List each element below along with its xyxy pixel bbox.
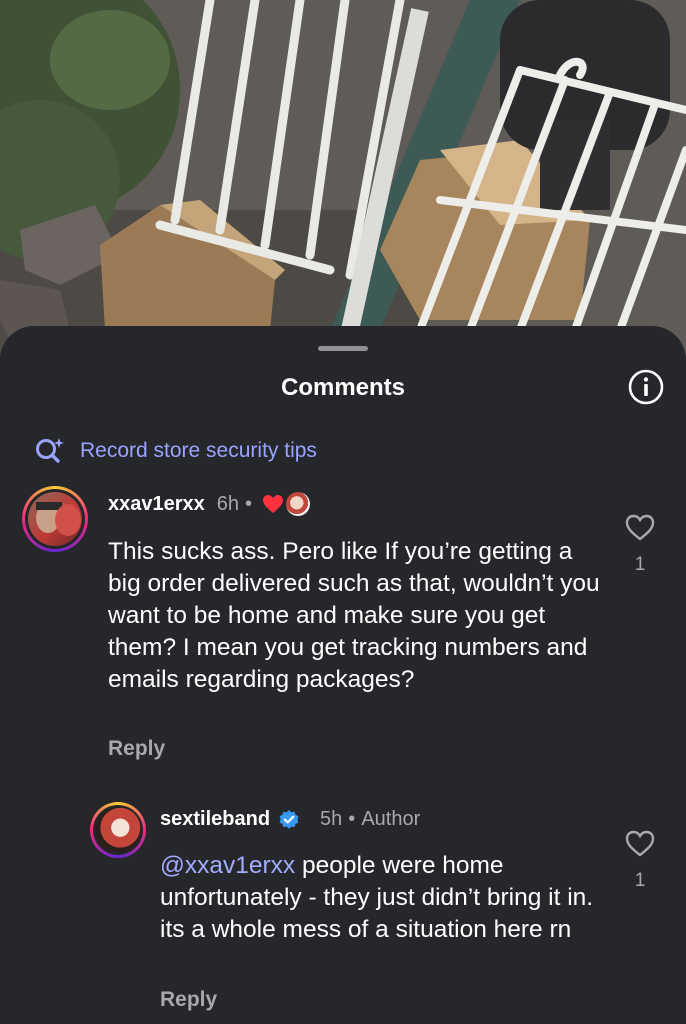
separator-dot: • (348, 808, 356, 830)
avatar[interactable] (90, 802, 146, 858)
like-count: 1 (634, 554, 646, 575)
heart-outline-icon[interactable] (625, 514, 655, 541)
comment-text: @xxav1erxx people were home unfortunatel… (160, 850, 600, 946)
comment-time: 6h (216, 492, 240, 515)
creator-liked-heart-icon (263, 495, 284, 513)
author-badge: Author (361, 808, 421, 830)
mention-link[interactable]: @xxav1erxx (160, 852, 295, 879)
search-suggestion-label: Record store security tips (80, 439, 317, 462)
comment-text: This sucks ass. Pero like If you’re gett… (108, 538, 600, 693)
separator-dot: • (245, 492, 253, 515)
search-sparkle-icon (36, 438, 64, 463)
drag-handle[interactable] (318, 346, 368, 351)
comments-sheet: Comments Record store security tips xxav… (0, 326, 686, 1024)
reply-button[interactable]: Reply (160, 988, 217, 1012)
like-control[interactable]: 1 (620, 830, 660, 892)
creator-avatar-mini (286, 492, 311, 516)
like-control[interactable]: 1 (620, 514, 660, 576)
info-icon[interactable] (627, 368, 665, 406)
comment-time: 5h (320, 808, 343, 830)
reply-button[interactable]: Reply (108, 737, 165, 761)
like-count: 1 (634, 870, 646, 891)
sheet-title: Comments (280, 374, 406, 401)
search-suggestion[interactable]: Record store security tips (34, 436, 317, 466)
avatar[interactable] (22, 486, 88, 552)
comment-username[interactable]: sextileband (160, 808, 270, 831)
verified-badge-icon (279, 809, 299, 829)
comment-username[interactable]: xxav1erxx (108, 493, 205, 516)
heart-outline-icon[interactable] (625, 830, 655, 857)
post-photo (0, 0, 686, 360)
